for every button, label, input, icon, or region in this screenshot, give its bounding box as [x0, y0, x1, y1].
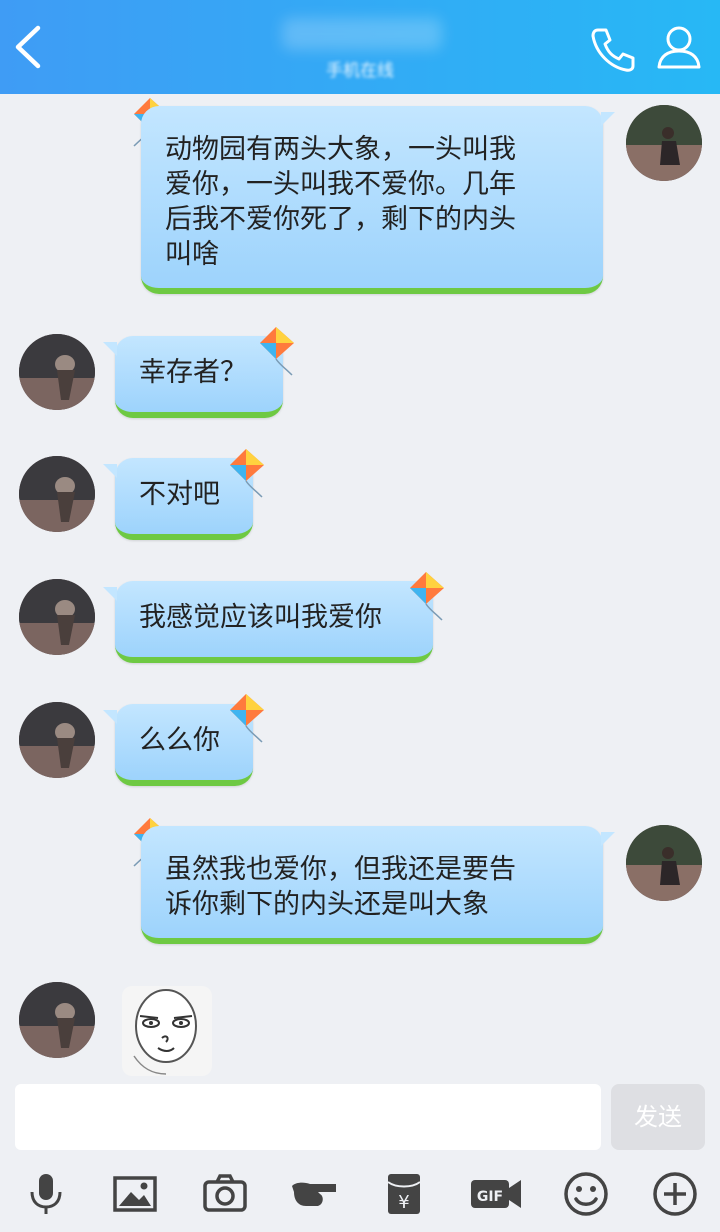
svg-text:¥: ¥ — [398, 1192, 409, 1213]
kite-icon — [260, 327, 294, 376]
message-bubble[interactable]: 虽然我也爱你，但我还是要告 诉你剩下的内头还是叫大象 — [141, 826, 603, 944]
camera-icon[interactable] — [201, 1170, 249, 1218]
bubble-tail — [103, 342, 117, 356]
bubble-tail — [601, 112, 615, 126]
plus-icon[interactable] — [651, 1170, 699, 1218]
emoji-icon[interactable] — [562, 1170, 610, 1218]
kite-icon — [410, 572, 444, 621]
poke-icon[interactable] — [290, 1170, 338, 1218]
phone-icon[interactable] — [588, 24, 638, 74]
image-icon[interactable] — [111, 1170, 159, 1218]
contact-avatar[interactable] — [19, 702, 95, 778]
my-avatar[interactable] — [626, 105, 702, 181]
message-bubble[interactable]: 动物园有两头大象，一头叫我 爱你，一头叫我不爱你。几年 后我不爱你死了，剩下的内… — [141, 106, 603, 294]
svg-text:GIF: GIF — [477, 1189, 503, 1205]
chat-header: 手机在线 — [0, 0, 720, 94]
contact-name-blurred — [282, 18, 442, 50]
mic-icon[interactable] — [22, 1170, 70, 1218]
message-bubble[interactable]: 我感觉应该叫我爱你 — [115, 581, 433, 663]
bubble-tail — [103, 587, 117, 601]
contact-avatar[interactable] — [19, 334, 95, 410]
send-button[interactable]: 发送 — [611, 1084, 705, 1150]
profile-icon[interactable] — [654, 22, 704, 72]
message-input[interactable] — [15, 1084, 601, 1150]
bubble-tail — [103, 710, 117, 724]
meme-sticker[interactable] — [122, 986, 212, 1076]
kite-icon — [230, 449, 264, 498]
contact-avatar[interactable] — [19, 579, 95, 655]
kite-icon — [230, 694, 264, 743]
bubble-tail — [103, 464, 117, 478]
my-avatar[interactable] — [626, 825, 702, 901]
bubble-tail — [601, 832, 615, 846]
contact-avatar[interactable] — [19, 982, 95, 1058]
contact-avatar[interactable] — [19, 456, 95, 532]
gif-icon[interactable]: GIF — [469, 1170, 523, 1218]
red-packet-icon[interactable]: ¥ — [380, 1170, 428, 1218]
